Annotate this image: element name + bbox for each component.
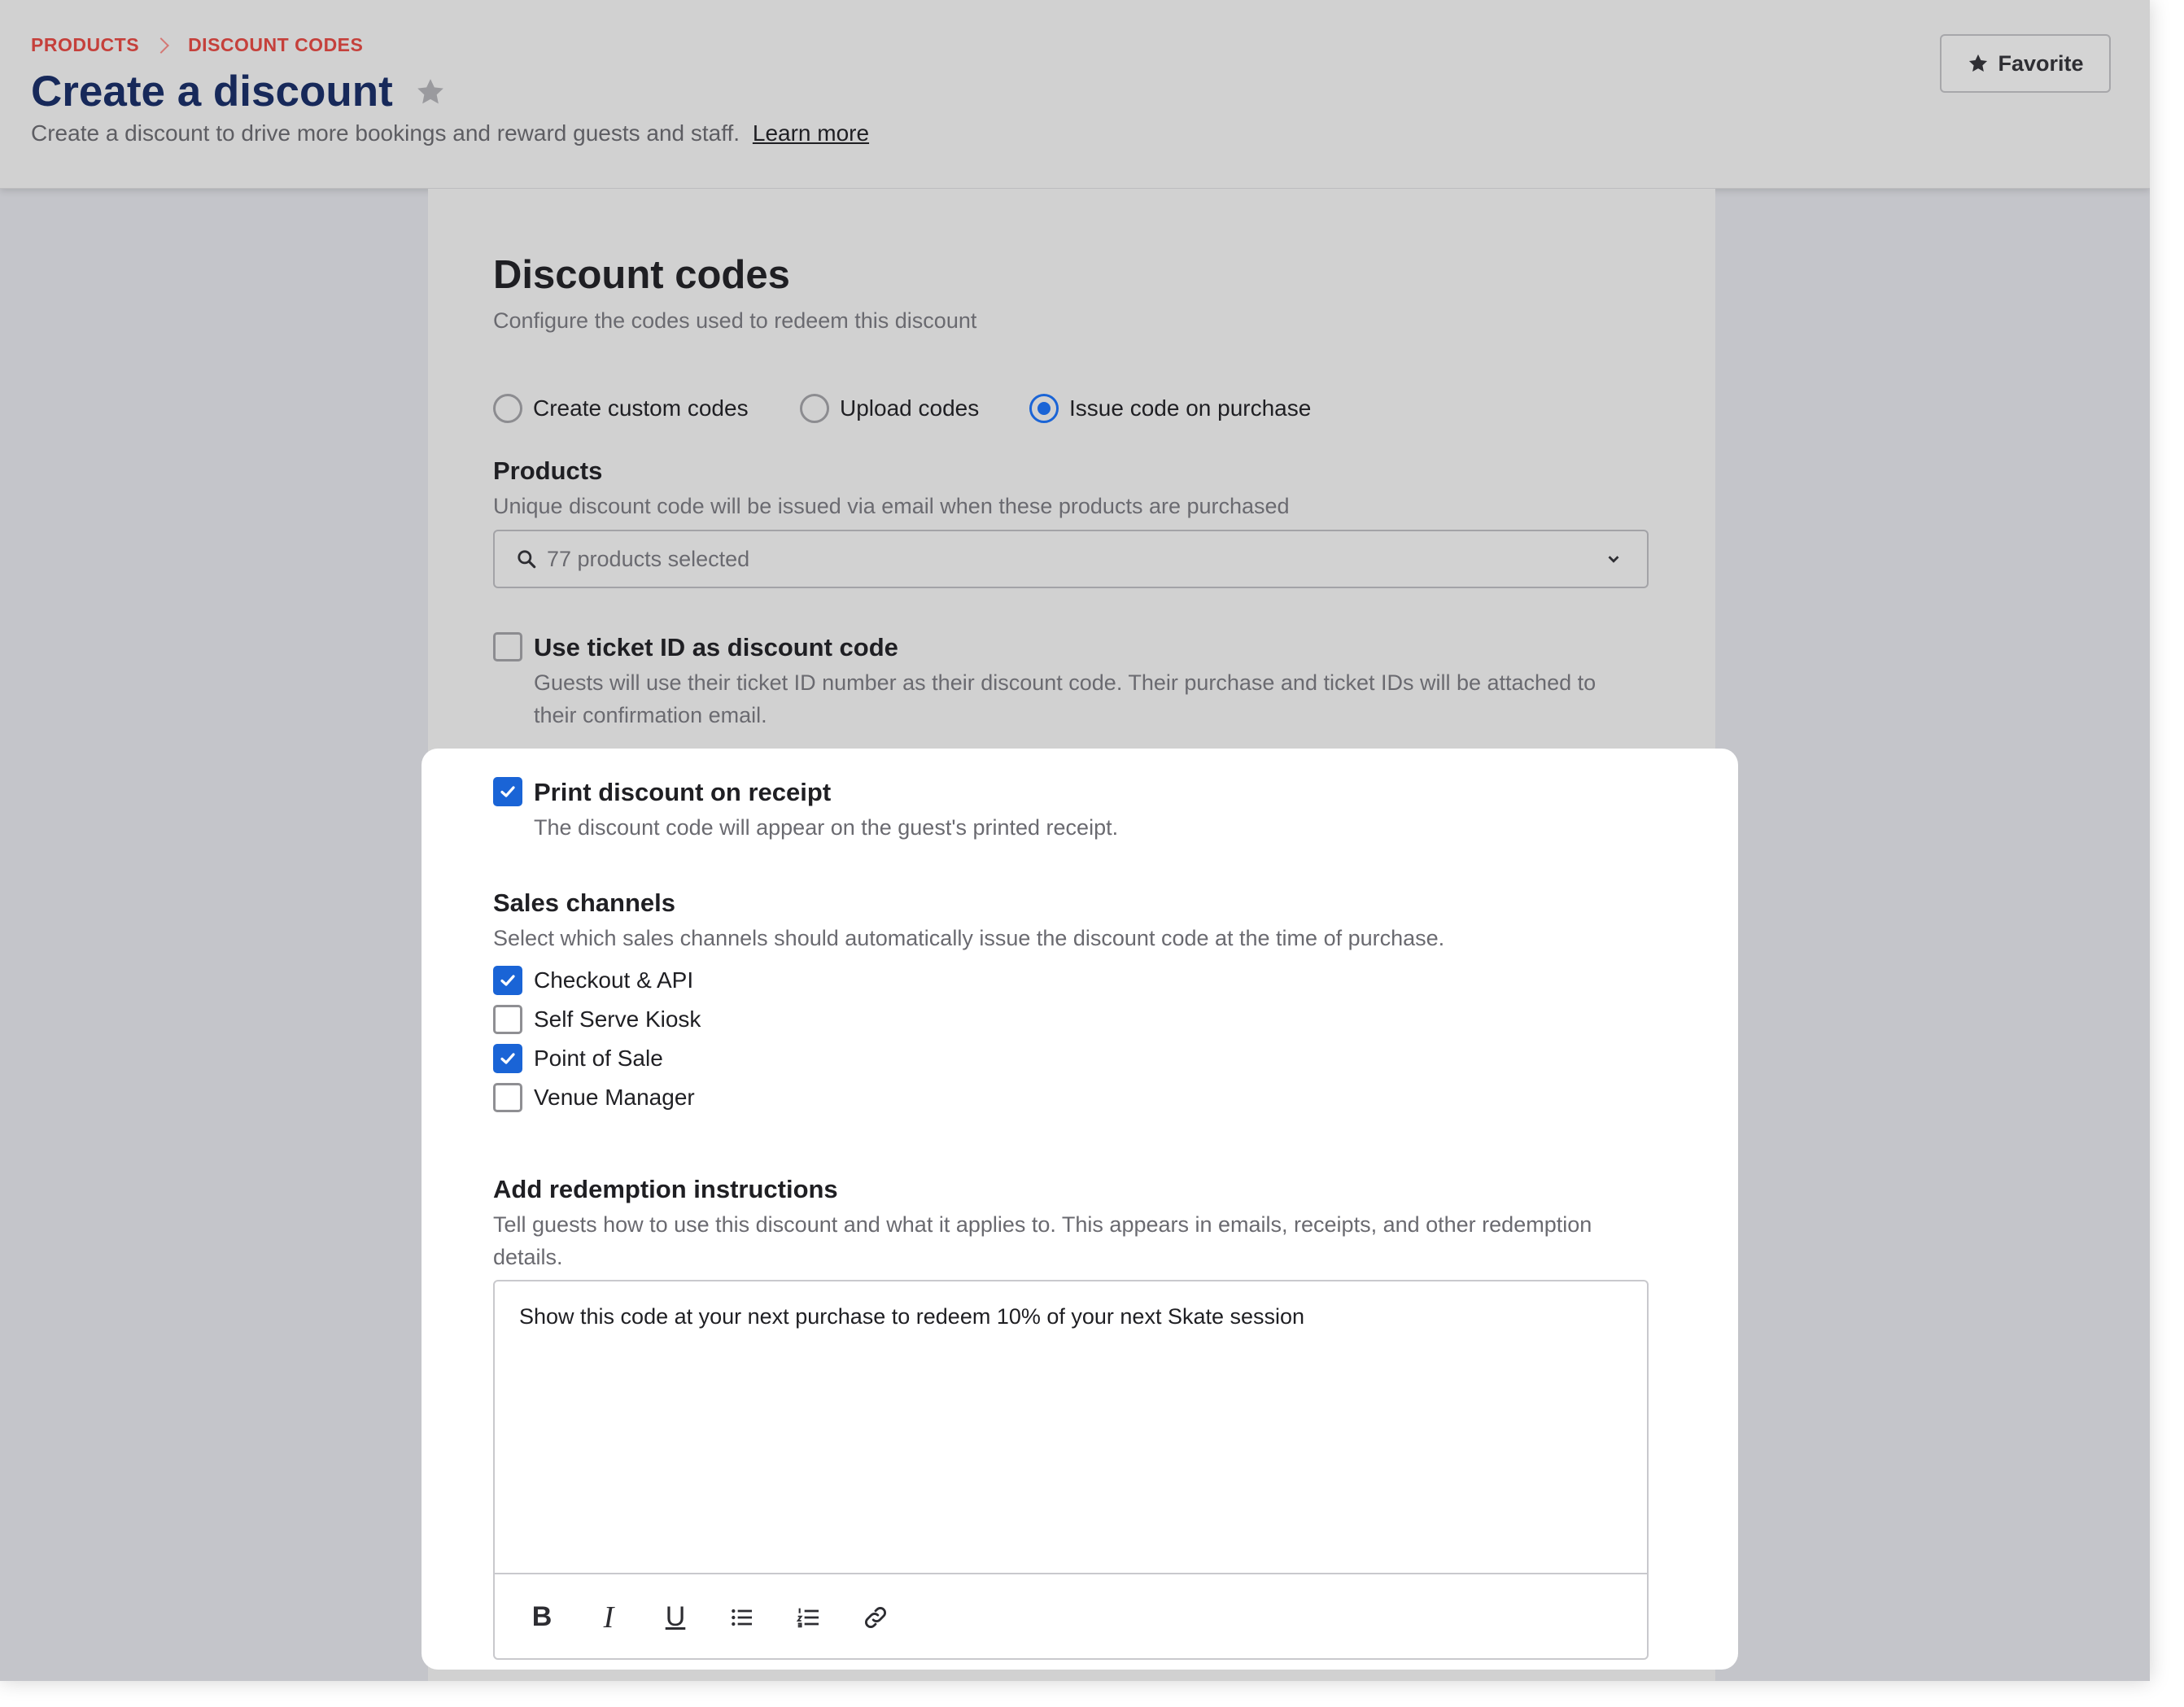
products-help: Unique discount code will be issued via … (493, 494, 1290, 518)
ticket-id-help-line1: Guests will use their ticket ID number a… (534, 670, 1597, 695)
breadcrumb: PRODUCTS DISCOUNT CODES (31, 34, 363, 56)
section-subtitle: Configure the codes used to redeem this … (493, 308, 977, 333)
bullet-list-icon[interactable] (723, 1598, 762, 1637)
star-icon[interactable] (414, 76, 447, 112)
ticket-id-help-line2: their confirmation email. (534, 703, 767, 727)
radio-label: Upload codes (840, 395, 980, 421)
radio-label: Issue code on purchase (1069, 395, 1312, 421)
channel-checkout-api[interactable]: Checkout & API (493, 966, 693, 995)
numbered-list-icon[interactable] (789, 1598, 828, 1637)
radio-upload-codes[interactable]: Upload codes (800, 394, 979, 423)
channel-self-serve-kiosk[interactable]: Self Serve Kiosk (493, 1005, 701, 1034)
breadcrumb-products[interactable]: PRODUCTS (31, 34, 139, 56)
channel-point-of-sale[interactable]: Point of Sale (493, 1044, 663, 1073)
page-subtitle: Create a discount to drive more bookings… (31, 120, 869, 146)
radio-create-custom-codes[interactable]: Create custom codes (493, 394, 749, 423)
channel-label: Self Serve Kiosk (534, 1006, 701, 1032)
radio-issue-code-on-purchase[interactable]: Issue code on purchase (1029, 394, 1311, 423)
channel-label: Point of Sale (534, 1046, 663, 1071)
page-header: PRODUCTS DISCOUNT CODES Create a discoun… (0, 0, 2150, 189)
products-label: Products (493, 456, 603, 485)
checkmark-icon (500, 786, 515, 797)
radio-circle[interactable] (493, 394, 522, 423)
page-title: Create a discount (31, 68, 393, 116)
learn-more-link[interactable]: Learn more (753, 120, 869, 146)
checkbox-box[interactable] (493, 632, 522, 661)
link-icon[interactable] (856, 1598, 895, 1637)
section-title: Discount codes (493, 253, 790, 297)
checkbox-box-checked[interactable] (493, 777, 522, 806)
checkmark-icon (500, 975, 515, 986)
sales-channels-help: Select which sales channels should autom… (493, 926, 1445, 950)
chevron-right-icon (153, 37, 169, 54)
italic-icon[interactable]: I (589, 1598, 628, 1637)
bold-icon[interactable]: B (522, 1598, 561, 1637)
radio-circle[interactable] (800, 394, 829, 423)
ticket-id-label: Use ticket ID as discount code (534, 633, 898, 661)
channel-label: Venue Manager (534, 1085, 695, 1110)
products-selected-value: 77 products selected (547, 546, 750, 571)
breadcrumb-discount-codes[interactable]: DISCOUNT CODES (188, 34, 363, 56)
channel-label: Checkout & API (534, 967, 694, 993)
checkbox-box[interactable] (493, 1005, 522, 1034)
print-receipt-label: Print discount on receipt (534, 778, 832, 806)
checkbox-box[interactable] (493, 1083, 522, 1112)
app-window: PRODUCTS DISCOUNT CODES Create a discoun… (0, 0, 2150, 1681)
favorite-button[interactable]: Favorite (1940, 34, 2111, 93)
print-receipt-checkbox[interactable] (493, 777, 522, 806)
redemption-label: Add redemption instructions (493, 1175, 838, 1203)
underline-icon[interactable]: U (656, 1598, 695, 1637)
editor-toolbar: B I U (495, 1573, 1647, 1660)
redemption-text[interactable]: Show this code at your next purchase to … (519, 1304, 1304, 1329)
print-receipt-help: The discount code will appear on the gue… (534, 815, 1119, 840)
checkmark-icon (500, 1053, 515, 1064)
chevron-down-icon (1605, 550, 1623, 568)
ticket-id-checkbox[interactable] (493, 632, 522, 666)
products-select[interactable]: 77 products selected (493, 530, 1649, 588)
redemption-editor[interactable]: Show this code at your next purchase to … (493, 1280, 1649, 1660)
checkbox-box-checked[interactable] (493, 1044, 522, 1073)
star-icon (1967, 52, 1990, 75)
redemption-help-line2: details. (493, 1245, 563, 1269)
radio-circle-selected[interactable] (1029, 394, 1059, 423)
radio-label: Create custom codes (533, 395, 749, 421)
favorite-label: Favorite (1998, 50, 2084, 76)
search-icon (516, 548, 537, 570)
checkbox-box-checked[interactable] (493, 966, 522, 995)
sales-channels-label: Sales channels (493, 888, 676, 917)
subtitle-text: Create a discount to drive more bookings… (31, 120, 740, 146)
redemption-help-line1: Tell guests how to use this discount and… (493, 1212, 1592, 1237)
channel-venue-manager[interactable]: Venue Manager (493, 1083, 695, 1112)
title-row: Create a discount (31, 67, 447, 116)
